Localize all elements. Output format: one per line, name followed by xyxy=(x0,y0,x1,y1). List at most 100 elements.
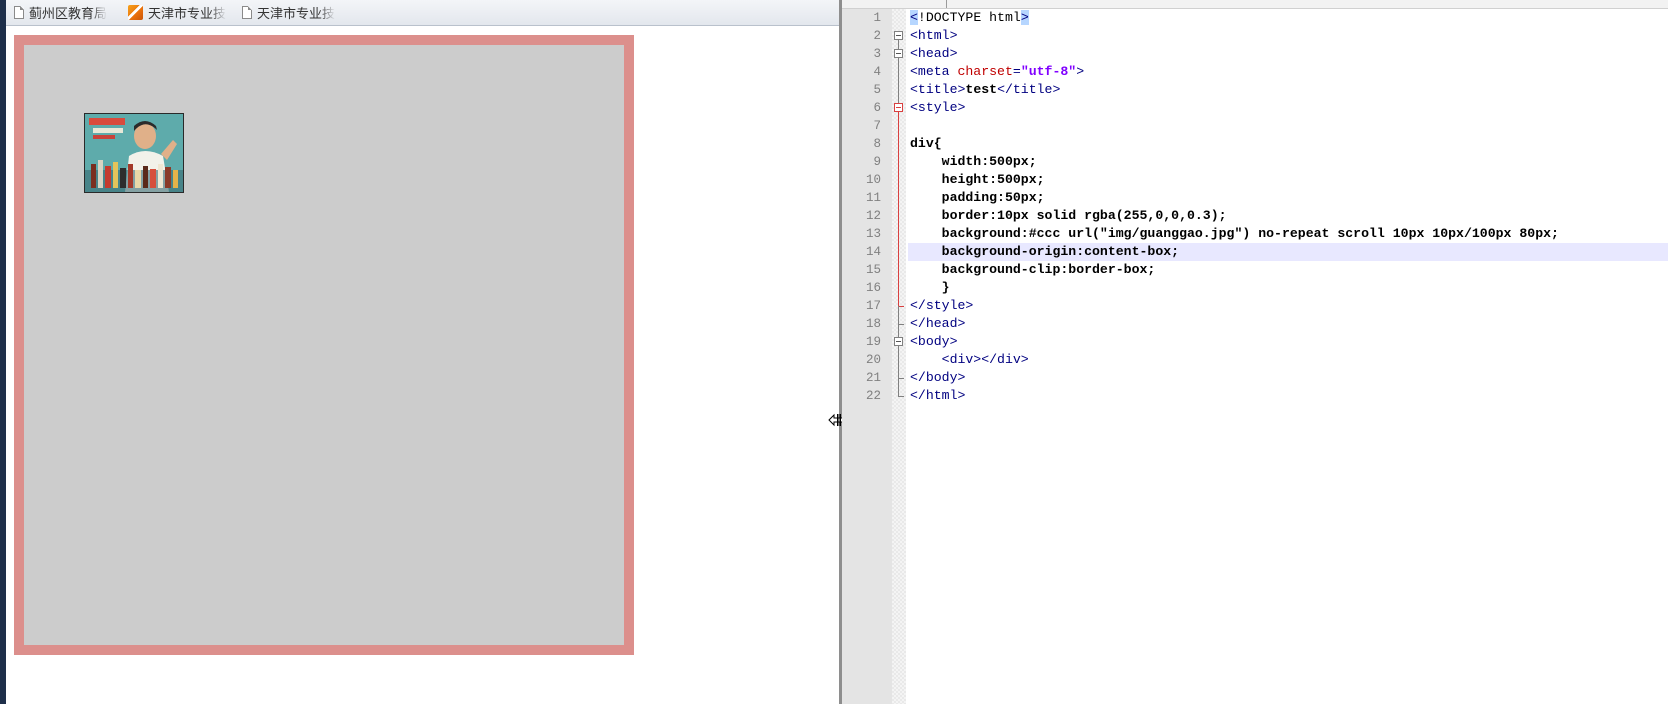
code-line[interactable]: 6 <style> xyxy=(842,99,1668,117)
fold-area xyxy=(892,333,906,351)
code-text: <html> xyxy=(910,28,958,43)
line-number: 1 xyxy=(873,11,881,25)
line-number: 20 xyxy=(865,353,881,367)
code-line[interactable]: 21 </body> xyxy=(842,369,1668,387)
code-text: div{ xyxy=(910,136,942,151)
code-line[interactable]: 4 <meta charset="utf-8"> xyxy=(842,63,1668,81)
code-line[interactable]: 22 </html> xyxy=(842,387,1668,405)
browser-pane: 蓟州区教育局 天津市专业技 天津市专业技 xyxy=(0,0,839,704)
tag-open: <title> xyxy=(910,82,966,97)
code-line-current[interactable]: 14 background-origin:content-box; xyxy=(842,243,1668,261)
code-line[interactable]: 7 xyxy=(842,117,1668,135)
fold-end xyxy=(898,396,904,397)
code-line[interactable]: 19 <body> xyxy=(842,333,1668,351)
window-edge xyxy=(0,0,6,704)
fold-area xyxy=(892,207,906,225)
fold-line xyxy=(898,243,899,261)
code-text: <body> xyxy=(910,334,958,349)
fold-area xyxy=(892,27,906,45)
fold-area xyxy=(892,45,906,63)
fold-area xyxy=(892,63,906,81)
fold-line xyxy=(898,378,899,387)
fold-area xyxy=(892,279,906,297)
tag-close: > xyxy=(1076,64,1085,79)
fold-line xyxy=(898,189,899,207)
code-text: <meta charset="utf-8"> xyxy=(908,63,1668,81)
line-number: 4 xyxy=(873,65,881,79)
screen: 蓟州区教育局 天津市专业技 天津市专业技 1 <!DOCTYPE html> 2… xyxy=(0,0,1668,704)
code-text: <div></div> xyxy=(910,352,1029,367)
fold-line xyxy=(898,207,899,225)
code-line[interactable]: 12 border:10px solid rgba(255,0,0,0.3); xyxy=(842,207,1668,225)
tag-bracket: > xyxy=(1020,10,1029,25)
code-text: </head> xyxy=(910,316,966,331)
line-number: 21 xyxy=(865,371,881,385)
code-text: <style> xyxy=(910,100,966,115)
line-number: 10 xyxy=(865,173,881,187)
fold-area xyxy=(892,135,906,153)
code-line[interactable]: 11 padding:50px; xyxy=(842,189,1668,207)
bookmark-2[interactable]: 天津市专业技 xyxy=(120,2,234,24)
fold-collapse-icon[interactable] xyxy=(894,103,903,112)
fold-area xyxy=(892,189,906,207)
bookmarks-bar: 蓟州区教育局 天津市专业技 天津市专业技 xyxy=(6,0,839,26)
fold-line xyxy=(898,135,899,153)
fold-collapse-icon[interactable] xyxy=(894,337,903,346)
code-line[interactable]: 13 background:#ccc url("img/guanggao.jpg… xyxy=(842,225,1668,243)
code-text: border:10px solid rgba(255,0,0,0.3); xyxy=(910,208,1227,223)
attr-name: charset xyxy=(957,64,1013,79)
line-number: 3 xyxy=(873,47,881,61)
fold-line xyxy=(898,81,899,99)
code-text: background:#ccc url("img/guanggao.jpg") … xyxy=(910,226,1559,241)
code-text: background-clip:border-box; xyxy=(910,262,1156,277)
code-line[interactable]: 15 background-clip:border-box; xyxy=(842,261,1668,279)
line-number: 7 xyxy=(873,119,881,133)
fold-line xyxy=(898,171,899,189)
code-text: background-origin:content-box; xyxy=(908,243,1668,261)
fold-area xyxy=(892,153,906,171)
fold-line xyxy=(898,324,899,333)
code-line[interactable]: 2 <html> xyxy=(842,27,1668,45)
code-line[interactable]: 17 </style> xyxy=(842,297,1668,315)
code-line[interactable]: 5 <title>test</title> xyxy=(842,81,1668,99)
fold-area xyxy=(892,225,906,243)
title-text: test xyxy=(965,82,998,97)
code-line[interactable]: 16 } xyxy=(842,279,1668,297)
code-text: padding:50px; xyxy=(910,190,1045,205)
tag-bracket: < xyxy=(910,10,918,25)
code-line[interactable]: 3 <head> xyxy=(842,45,1668,63)
code-line[interactable]: 8 div{ xyxy=(842,135,1668,153)
rendered-demo-div xyxy=(14,35,634,655)
code-area[interactable]: 1 <!DOCTYPE html> 2 <html> 3 <head> 4 <m… xyxy=(842,9,1668,405)
fold-area xyxy=(892,369,906,387)
code-text: </html> xyxy=(910,388,966,403)
page-icon xyxy=(242,6,252,19)
code-line[interactable]: 9 width:500px; xyxy=(842,153,1668,171)
bookmark-3[interactable]: 天津市专业技 xyxy=(234,2,348,24)
fold-area xyxy=(892,351,906,369)
line-number: 12 xyxy=(865,209,881,223)
fold-area xyxy=(892,297,906,315)
code-line[interactable]: 20 <div></div> xyxy=(842,351,1668,369)
bookmark-label: 天津市专业技 xyxy=(257,7,336,22)
fold-collapse-icon[interactable] xyxy=(894,49,903,58)
fold-area xyxy=(892,387,906,405)
line-number: 6 xyxy=(873,101,881,115)
fold-area xyxy=(892,99,906,117)
code-line[interactable]: 10 height:500px; xyxy=(842,171,1668,189)
fold-collapse-icon[interactable] xyxy=(894,31,903,40)
line-number: 2 xyxy=(873,29,881,43)
bookmark-label: 蓟州区教育局 xyxy=(29,7,108,22)
code-text: <title>test</title> xyxy=(908,81,1668,99)
attr-eq: = xyxy=(1012,64,1021,79)
fold-line xyxy=(898,63,899,81)
fold-area xyxy=(892,9,906,27)
bookmark-1[interactable]: 蓟州区教育局 xyxy=(6,2,120,24)
fold-area xyxy=(892,81,906,99)
code-text: width:500px; xyxy=(910,154,1037,169)
fold-line xyxy=(898,225,899,243)
code-line[interactable]: 1 <!DOCTYPE html> xyxy=(842,9,1668,27)
code-line[interactable]: 18 </head> xyxy=(842,315,1668,333)
code-text: } xyxy=(910,280,950,295)
line-number: 16 xyxy=(865,281,881,295)
